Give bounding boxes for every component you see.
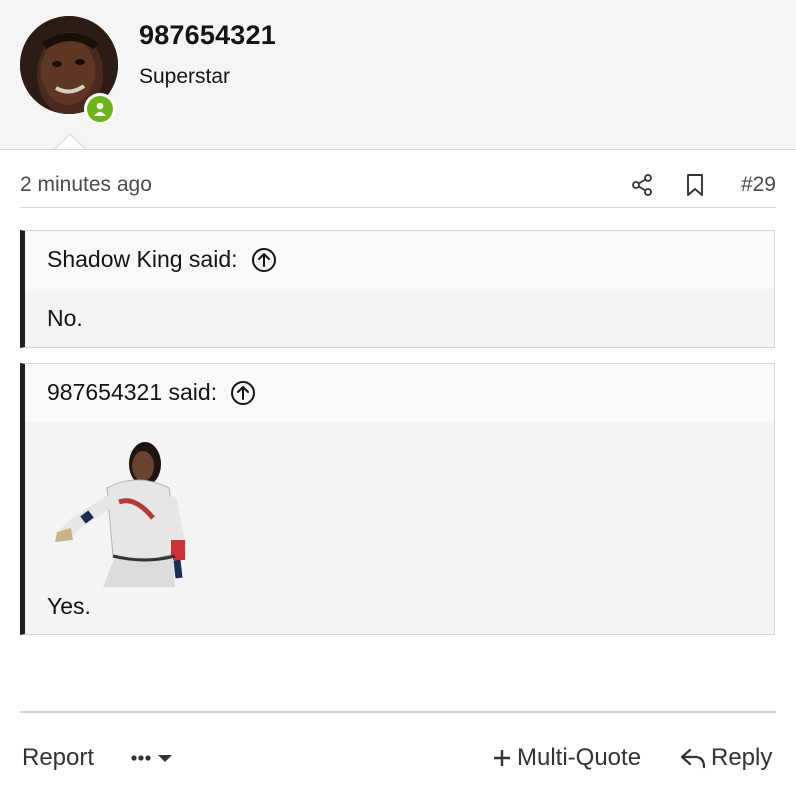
quote-attribution: 987654321 said: — [47, 379, 256, 406]
quote-content: Yes. — [25, 422, 774, 635]
user-online-badge — [84, 93, 116, 125]
quote-author-said: 987654321 said: — [47, 379, 218, 405]
quote-header: 987654321 said: — [25, 364, 774, 422]
arrow-up-circle-icon[interactable] — [230, 380, 256, 406]
quoted-image[interactable] — [47, 432, 192, 587]
share-icon[interactable] — [630, 173, 654, 197]
quote-author-said: Shadow King said: — [47, 246, 238, 272]
header-pointer — [55, 133, 85, 150]
quote-text: Yes. — [47, 593, 91, 619]
quote-text: No. — [47, 305, 83, 331]
quote-attribution: Shadow King said: — [47, 246, 277, 273]
reply-button[interactable]: Reply — [679, 744, 772, 772]
user-online-icon — [87, 96, 113, 122]
post-timestamp[interactable]: 2 minutes ago — [20, 173, 152, 197]
reply-label: Reply — [711, 744, 773, 771]
report-label: Report — [22, 744, 95, 771]
arrow-up-circle-icon[interactable] — [251, 247, 277, 273]
report-button[interactable]: Report — [22, 744, 94, 772]
post-meta-bar: 2 minutes ago #29 — [20, 167, 776, 208]
quote-block: Shadow King said: No. — [20, 230, 775, 348]
footer-divider — [20, 711, 776, 713]
multi-quote-button[interactable]: Multi-Quote — [492, 744, 641, 772]
multi-quote-label: Multi-Quote — [517, 744, 642, 771]
quote-block: 987654321 said: Yes. — [20, 363, 775, 635]
user-title: Superstar — [139, 65, 231, 88]
plus-icon — [494, 750, 510, 766]
post-number-link[interactable]: #29 — [741, 173, 776, 197]
caret-down-icon — [158, 755, 172, 762]
ellipsis-icon — [131, 755, 151, 761]
message-user-header: 987654321 Superstar — [0, 0, 796, 150]
quote-content: No. — [25, 289, 774, 332]
quote-header: Shadow King said: — [25, 231, 774, 289]
reply-arrow-icon — [680, 748, 706, 769]
bookmark-icon[interactable] — [684, 173, 706, 197]
username[interactable]: 987654321 — [139, 20, 276, 51]
more-options-menu[interactable] — [130, 748, 174, 768]
